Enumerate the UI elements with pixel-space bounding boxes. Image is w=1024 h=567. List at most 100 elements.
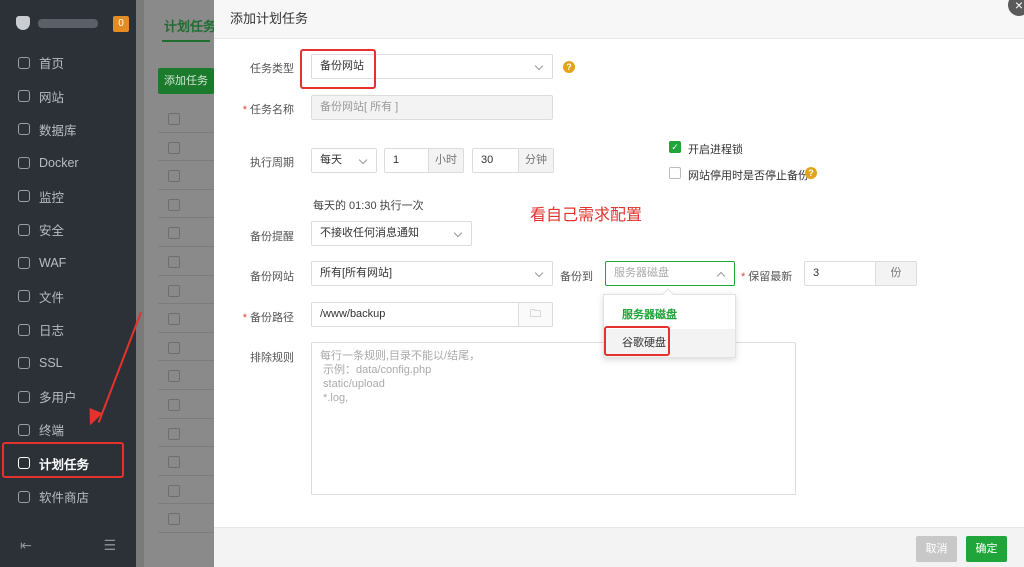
keep-input[interactable]: 3 份 xyxy=(804,261,917,286)
site-value: 所有[所有网站] xyxy=(320,267,393,279)
sidebar-item-label: 终端 xyxy=(39,424,65,439)
notification-badge[interactable]: 0 xyxy=(113,16,129,32)
hour-value: 1 xyxy=(393,154,400,166)
process-lock-label: 开启进程锁 xyxy=(688,144,743,156)
sidebar-item-home[interactable]: 首页 xyxy=(0,46,136,79)
sidebar-item-store[interactable]: 软件商店 xyxy=(0,480,136,513)
chevron-down-icon xyxy=(534,61,544,71)
sidebar-item-label: SSL xyxy=(39,356,63,371)
cycle-label: 执行周期 xyxy=(250,157,294,169)
chevron-down-icon xyxy=(453,228,463,238)
store-icon xyxy=(18,490,30,503)
sidebar-item-monitor[interactable]: 监控 xyxy=(0,180,136,213)
sidebar-item-label: 数据库 xyxy=(39,123,77,138)
reminder-label: 备份提醒 xyxy=(250,231,294,243)
folder-icon[interactable]: 🗀 xyxy=(518,303,552,326)
terminal-icon xyxy=(18,423,30,436)
exclude-textarea[interactable]: 每行一条规则,目录不能以/结尾， 示例：data/config.php stat… xyxy=(311,342,796,495)
site-select[interactable]: 所有[所有网站] xyxy=(311,261,553,286)
table-row xyxy=(158,419,214,448)
table-row xyxy=(158,390,214,419)
sidebar-item-label: WAF xyxy=(39,256,67,271)
shield-icon xyxy=(18,223,30,236)
hour-input[interactable]: 1 小时 xyxy=(384,148,464,173)
chevron-up-icon xyxy=(716,271,726,281)
users-icon xyxy=(18,390,30,403)
chevron-down-icon xyxy=(534,268,544,278)
sidebar-item-files[interactable]: 文件 xyxy=(0,280,136,313)
sidebar-item-label: 监控 xyxy=(39,190,65,205)
backup-to-placeholder: 服务器磁盘 xyxy=(614,267,669,279)
monitor-icon xyxy=(18,190,30,203)
backup-path-input[interactable]: /www/backup 🗀 xyxy=(311,302,553,327)
database-icon xyxy=(18,123,30,136)
table-row xyxy=(158,476,214,505)
minute-unit: 分钟 xyxy=(518,149,553,172)
sidebar-item-website[interactable]: 网站 xyxy=(0,79,136,112)
stop-backup-label: 网站停用时是否停止备份 xyxy=(688,170,809,182)
period-value: 每天 xyxy=(320,154,342,166)
sidebar-item-label: Docker xyxy=(39,155,79,170)
modal-title: 添加计划任务 xyxy=(214,0,1024,39)
highlight-task-type xyxy=(300,49,376,89)
logo-icon xyxy=(16,16,30,30)
waf-icon xyxy=(18,257,30,270)
reminder-select[interactable]: 不接收任何消息通知 xyxy=(311,221,472,246)
table-row xyxy=(158,190,214,219)
help-icon[interactable]: ? xyxy=(563,61,575,73)
help-icon[interactable]: ? xyxy=(805,167,817,179)
highlight-google-drive xyxy=(604,326,670,356)
highlight-cron-menu xyxy=(2,442,124,478)
sidebar-item-label: 首页 xyxy=(39,57,65,72)
placeholder-line: *.log, xyxy=(320,392,349,404)
period-select[interactable]: 每天 xyxy=(311,148,377,173)
sidebar-item-label: 安全 xyxy=(39,224,65,239)
site-label: 备份网站 xyxy=(250,271,294,283)
sidebar-footer: ⇤ ☰ xyxy=(0,530,136,560)
chevron-down-icon xyxy=(358,155,368,165)
log-icon xyxy=(18,323,30,336)
task-name-input[interactable]: 备份网站[ 所有 ] xyxy=(311,95,553,120)
sidebar-item-waf[interactable]: WAF xyxy=(0,246,136,279)
backup-path-label: * 备份路径 xyxy=(242,312,294,324)
hour-unit: 小时 xyxy=(428,149,463,172)
home-icon xyxy=(18,56,30,69)
backup-to-select[interactable]: 服务器磁盘 xyxy=(605,261,735,286)
sidebar-item-docker[interactable]: Docker xyxy=(0,146,136,179)
sidebar-item-multi-user[interactable]: 多用户 xyxy=(0,380,136,413)
placeholder-line: static/upload xyxy=(320,378,385,390)
schedule-hint: 每天的 01:30 执行一次 xyxy=(313,200,424,212)
minute-value: 30 xyxy=(481,154,494,166)
sidebar-item-label: 多用户 xyxy=(39,391,77,406)
table-row xyxy=(158,361,214,390)
sidebar-item-security[interactable]: 安全 xyxy=(0,213,136,246)
minute-input[interactable]: 30 分钟 xyxy=(472,148,554,173)
globe-icon xyxy=(18,90,30,103)
process-lock-checkbox[interactable]: ✓ xyxy=(669,141,681,153)
modal-footer xyxy=(214,527,1024,567)
task-type-label: 任务类型 xyxy=(250,63,294,75)
cancel-button[interactable]: 取消 xyxy=(916,536,957,562)
table-row xyxy=(158,504,214,533)
sidebar-item-label: 日志 xyxy=(39,324,65,339)
task-name-label: * 任务名称 xyxy=(242,104,294,116)
option-server-disk[interactable]: 服务器磁盘 xyxy=(604,301,735,329)
server-name-redacted xyxy=(38,18,98,28)
placeholder-line: 示例：data/config.php xyxy=(320,364,432,376)
keep-label: * 保留最新 xyxy=(741,271,793,283)
confirm-button[interactable]: 确定 xyxy=(966,536,1007,562)
backup-path-value: /www/backup xyxy=(320,308,386,320)
tab-underline xyxy=(162,40,210,42)
table-row xyxy=(158,447,214,476)
annotation-note: 看自己需求配置 xyxy=(530,207,643,224)
sidebar: 0 首页 网站 数据库 Docker 监控 安全 WAF 文件 日志 SSL 多… xyxy=(0,0,136,567)
sidebar-item-logs[interactable]: 日志 xyxy=(0,313,136,346)
collapse-icon[interactable]: ⇤ xyxy=(20,537,32,554)
menu-icon[interactable]: ☰ xyxy=(103,537,116,554)
sidebar-item-database[interactable]: 数据库 xyxy=(0,113,136,146)
backup-to-label: 备份到 xyxy=(560,271,593,283)
ssl-icon xyxy=(18,357,30,370)
docker-icon xyxy=(18,156,30,169)
tab-cron[interactable]: 计划任务 xyxy=(164,16,216,35)
stop-backup-checkbox[interactable] xyxy=(669,167,681,179)
